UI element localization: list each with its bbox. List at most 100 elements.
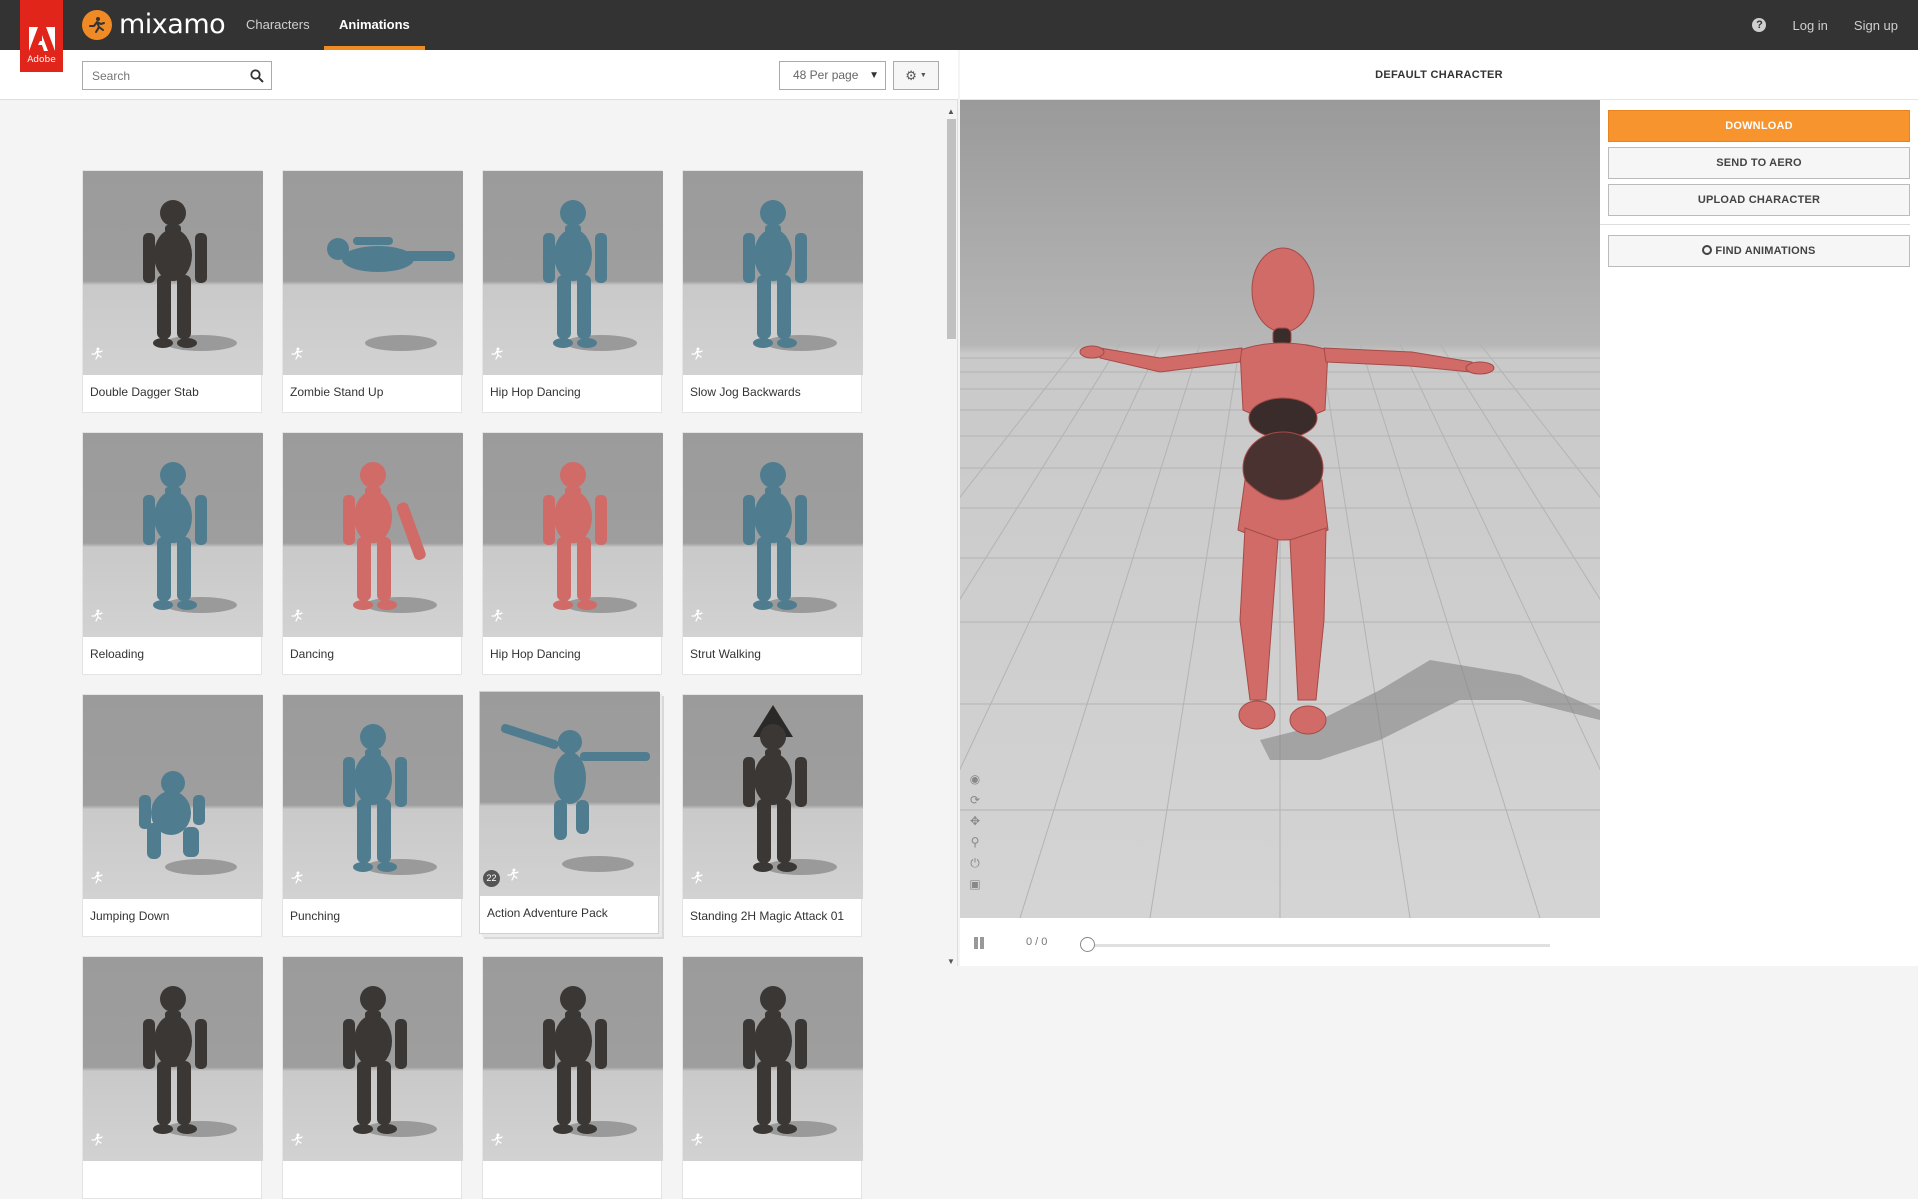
find-animations-button[interactable]: FIND ANIMATIONS: [1608, 235, 1910, 267]
running-man-icon: [290, 1133, 304, 1152]
running-man-icon: [690, 1133, 704, 1152]
animation-card[interactable]: [482, 956, 663, 1199]
animation-thumbnail: [83, 695, 263, 899]
search-icon[interactable]: [250, 69, 264, 83]
3d-viewport[interactable]: ◉ ⟳ ✥ ⚲ ⏻ ▣: [960, 100, 1600, 918]
adobe-logo[interactable]: Adobe: [20, 0, 63, 72]
send-to-aero-button[interactable]: SEND TO AERO: [1608, 147, 1910, 179]
reset-icon[interactable]: ⏻: [968, 856, 982, 870]
frame-counter: 0 / 0: [1026, 936, 1048, 948]
running-man-icon: [490, 347, 504, 366]
animation-card[interactable]: Dancing: [282, 432, 463, 675]
scroll-up-icon[interactable]: ▲: [947, 107, 955, 116]
animation-name: Slow Jog Backwards: [690, 385, 801, 399]
running-man-icon: [690, 871, 704, 890]
animation-thumbnail: [283, 171, 463, 375]
animation-name: Reloading: [90, 647, 145, 661]
animation-thumbnail: [683, 695, 863, 899]
skeleton-icon[interactable]: ◉: [968, 772, 982, 786]
running-man-icon: [490, 609, 504, 628]
nav-characters[interactable]: Characters: [246, 0, 310, 50]
animation-card[interactable]: Hip Hop Dancing: [482, 432, 663, 675]
animation-card[interactable]: Reloading: [82, 432, 263, 675]
animation-thumbnail: [283, 433, 463, 637]
animation-name: Jumping Down: [90, 909, 170, 923]
animation-thumbnail: [480, 692, 660, 896]
pause-icon[interactable]: [973, 937, 985, 949]
running-man-icon: [290, 609, 304, 628]
adobe-icon: [28, 27, 55, 51]
account-nav: ? Log in Sign up: [1752, 0, 1898, 50]
move-icon[interactable]: ✥: [968, 814, 982, 828]
upload-character-button[interactable]: UPLOAD CHARACTER: [1608, 184, 1910, 216]
nav-animations[interactable]: Animations: [324, 0, 425, 50]
rotate-icon[interactable]: ⟳: [968, 793, 982, 807]
animation-browser: 48 Per page ▼ ⚙ ▼ Double Dagger Stab Zomb…: [0, 50, 958, 1199]
running-man-icon: [690, 609, 704, 628]
animation-name: Action Adventure Pack: [487, 906, 608, 920]
animation-name: Strut Walking: [690, 647, 761, 661]
animation-card[interactable]: Zombie Stand Up: [282, 170, 463, 413]
running-man-icon: [90, 871, 104, 890]
signup-link[interactable]: Sign up: [1854, 18, 1898, 33]
scrollbar[interactable]: ▲ ▼: [946, 104, 956, 966]
top-navigation-bar: Adobe mixamo Characters Animations ? Log…: [0, 0, 1918, 72]
animation-thumbnail: [483, 957, 663, 1161]
animation-card[interactable]: Standing 2H Magic Attack 01: [682, 694, 863, 937]
animation-thumbnail: [83, 171, 263, 375]
per-page-select[interactable]: 48 Per page ▼: [779, 61, 886, 90]
animation-card[interactable]: [282, 956, 463, 1199]
animation-name: Standing 2H Magic Attack 01: [690, 909, 845, 923]
timeline-track[interactable]: [1084, 944, 1550, 947]
running-man-icon: [290, 871, 304, 890]
animation-thumbnail: [683, 957, 863, 1161]
running-man-icon: [90, 347, 104, 366]
download-button[interactable]: DOWNLOAD: [1608, 110, 1910, 142]
mixamo-logo[interactable]: mixamo: [82, 9, 226, 40]
animation-thumbnail: [283, 957, 463, 1161]
divider: [1600, 224, 1910, 225]
animation-pack-card[interactable]: 22 Action Adventure Pack: [479, 691, 660, 934]
animation-thumbnail: [83, 957, 263, 1161]
animation-name: Hip Hop Dancing: [490, 385, 581, 399]
animation-name: Punching: [290, 909, 341, 923]
scroll-thumb[interactable]: [947, 119, 956, 339]
camera-icon[interactable]: ▣: [968, 877, 982, 891]
animation-card[interactable]: Hip Hop Dancing: [482, 170, 663, 413]
animation-thumbnail: [483, 171, 663, 375]
viewport-tools: ◉ ⟳ ✥ ⚲ ⏻ ▣: [968, 772, 982, 891]
animation-card[interactable]: Jumping Down: [82, 694, 263, 937]
search-icon: [1702, 245, 1713, 255]
animation-card[interactable]: Double Dagger Stab: [82, 170, 263, 413]
animation-card[interactable]: [682, 956, 863, 1199]
running-man-icon: [690, 347, 704, 366]
running-man-icon: [90, 609, 104, 628]
animation-card[interactable]: Strut Walking: [682, 432, 863, 675]
animation-name: Double Dagger Stab: [90, 385, 199, 399]
zoom-icon[interactable]: ⚲: [968, 835, 982, 849]
caret-down-icon: ▼: [919, 72, 927, 79]
animation-card[interactable]: Punching: [282, 694, 463, 937]
help-icon[interactable]: ?: [1752, 18, 1767, 32]
pack-count-badge: 22: [483, 870, 500, 887]
search-input[interactable]: [83, 62, 243, 89]
running-man-icon: [490, 1133, 504, 1152]
timeline-scrubber[interactable]: [1080, 937, 1095, 952]
animation-card[interactable]: [82, 956, 263, 1199]
animation-card[interactable]: Slow Jog Backwards: [682, 170, 863, 413]
animation-thumbnail: [83, 433, 263, 637]
scroll-down-icon[interactable]: ▼: [947, 957, 955, 966]
logo-text: mixamo: [119, 9, 226, 40]
animation-thumbnail: [483, 433, 663, 637]
search-box: [82, 61, 272, 90]
find-animations-label: FIND ANIMATIONS: [1715, 245, 1816, 257]
settings-button[interactable]: ⚙ ▼: [893, 61, 939, 90]
animation-name: Hip Hop Dancing: [490, 647, 581, 661]
animation-thumbnail: [283, 695, 463, 899]
gear-icon: ⚙: [905, 67, 917, 83]
action-buttons: DOWNLOAD SEND TO AERO UPLOAD CHARACTER F…: [1600, 110, 1910, 272]
login-link[interactable]: Log in: [1792, 18, 1827, 33]
adobe-label: Adobe: [27, 55, 56, 65]
browser-toolbar: 48 Per page ▼ ⚙ ▼: [0, 50, 958, 100]
chevron-down-icon: ▼: [869, 70, 879, 81]
